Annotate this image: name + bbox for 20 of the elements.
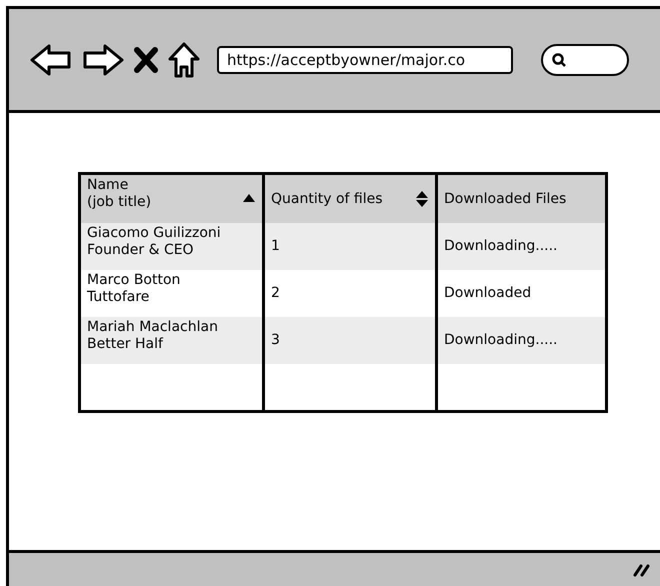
home-icon[interactable] [167, 40, 201, 78]
forward-icon[interactable] [81, 42, 125, 76]
column-header[interactable]: Quantity of files [265, 175, 438, 223]
table-cell: 3 [265, 317, 438, 364]
search-field[interactable] [541, 44, 629, 76]
table-cell: Mariah Maclachlan Better Half [81, 317, 265, 364]
close-icon[interactable] [133, 46, 159, 74]
resize-grip-icon[interactable] [632, 562, 650, 576]
table-cell: 1 [265, 223, 438, 270]
table-cell-text: Downloaded [443, 284, 532, 303]
sort-ascending-icon [242, 193, 256, 203]
search-icon [551, 52, 567, 68]
column-header[interactable]: Downloaded Files [438, 175, 605, 223]
back-icon[interactable] [29, 42, 73, 76]
url-field[interactable]: https://acceptbyowner/major.co [217, 46, 513, 74]
table-cell: Downloading..... [438, 223, 605, 270]
sort-icon [415, 190, 429, 208]
table-cell: Giacomo Guilizzoni Founder & CEO [81, 223, 265, 270]
table-cell: Downloading..... [438, 317, 605, 364]
column-header[interactable]: Name (job title) [81, 175, 265, 223]
